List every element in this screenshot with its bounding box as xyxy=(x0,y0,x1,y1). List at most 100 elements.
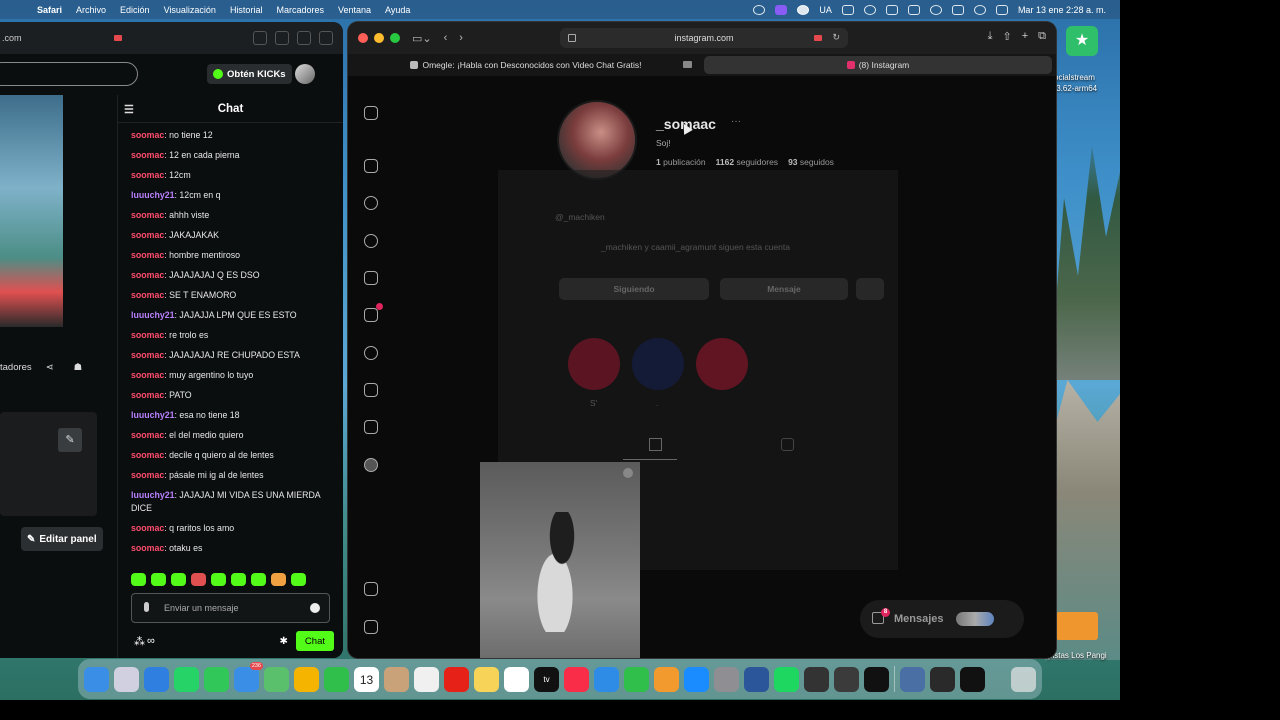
heart-icon[interactable] xyxy=(364,346,378,360)
highlight-1[interactable] xyxy=(568,338,620,390)
chat-username[interactable]: soomac xyxy=(131,270,164,280)
menu-marcadores[interactable]: Marcadores xyxy=(269,5,331,15)
emote-icon[interactable] xyxy=(291,573,306,586)
folder-icon[interactable] xyxy=(1056,612,1098,640)
menu-visualizacion[interactable]: Visualización xyxy=(157,5,223,15)
threads-icon[interactable] xyxy=(364,620,378,634)
messages-float-button[interactable]: 8 Mensajes xyxy=(860,600,1024,638)
menu-edicion[interactable]: Edición xyxy=(113,5,157,15)
tagged-icon[interactable] xyxy=(781,438,794,451)
dock-tiktok-icon[interactable] xyxy=(960,666,985,692)
more-options-icon[interactable]: ··· xyxy=(731,116,741,127)
dock-maps-icon[interactable] xyxy=(264,666,289,692)
bluetooth-icon[interactable] xyxy=(797,4,810,15)
input-source[interactable]: UA xyxy=(819,5,832,15)
dock-launchpad-icon[interactable] xyxy=(114,666,139,692)
dock-system-settings-icon[interactable] xyxy=(714,666,739,692)
profile-picture[interactable] xyxy=(557,100,637,180)
kick-url[interactable]: .com xyxy=(0,33,22,43)
profile-avatar-icon[interactable] xyxy=(364,458,378,472)
wifi-icon[interactable] xyxy=(951,4,964,15)
tab-overview-icon[interactable]: ⧉ xyxy=(1038,30,1046,43)
new-tab-icon[interactable]: + xyxy=(1022,30,1028,43)
dock-numbers-icon[interactable] xyxy=(624,666,649,692)
search-icon[interactable] xyxy=(364,196,378,210)
microphone-icon[interactable] xyxy=(144,602,149,612)
chat-username[interactable]: soomac xyxy=(131,150,164,160)
chat-username[interactable]: soomac xyxy=(131,450,164,460)
emoji-icon[interactable] xyxy=(310,603,320,613)
spotlight-icon[interactable] xyxy=(973,4,986,15)
edit-panel-button[interactable]: ✎ Editar panel xyxy=(21,527,103,551)
chat-username[interactable]: soomac xyxy=(131,543,164,553)
chat-username[interactable]: soomac xyxy=(131,370,164,380)
menu-historial[interactable]: Historial xyxy=(223,5,270,15)
share-icon[interactable]: ⋖ xyxy=(46,362,54,373)
chat-username[interactable]: soomac xyxy=(131,130,164,140)
chat-username[interactable]: luuuchy21 xyxy=(131,310,175,320)
emote-icon[interactable] xyxy=(251,573,266,586)
pencil-icon[interactable]: ✎ xyxy=(58,428,82,452)
emote-icon[interactable] xyxy=(171,573,186,586)
highlight-3[interactable] xyxy=(696,338,748,390)
download-icon[interactable]: ⤓ xyxy=(988,30,993,43)
dock-mail-icon[interactable]: 236 xyxy=(234,661,263,692)
chat-username[interactable]: soomac xyxy=(131,230,164,240)
control-center-icon[interactable] xyxy=(995,4,1008,15)
dock-calendar-icon[interactable]: 13 xyxy=(354,666,379,692)
dock-apple-tv-icon[interactable]: tv xyxy=(534,666,559,692)
emote-icon[interactable] xyxy=(231,573,246,586)
share-icon[interactable]: ⇧ xyxy=(1002,30,1011,43)
dock-freeform-icon[interactable] xyxy=(504,666,529,692)
dock-safari-icon[interactable] xyxy=(144,666,169,692)
gear-icon[interactable]: ✱ xyxy=(280,636,288,647)
followers-stat[interactable]: 1162 seguidores xyxy=(716,157,778,167)
menu-app-name[interactable]: Safari xyxy=(30,5,69,15)
dock-cap-icon[interactable] xyxy=(804,666,829,692)
message-button[interactable]: Mensaje xyxy=(720,278,848,300)
address-bar[interactable]: instagram.com ↻ xyxy=(560,28,848,48)
home-icon[interactable] xyxy=(364,159,378,173)
chat-send-button[interactable]: Chat xyxy=(295,631,334,651)
share-icon[interactable] xyxy=(275,31,289,45)
dock-photos-icon[interactable] xyxy=(294,666,319,692)
chat-username[interactable]: luuuchy21 xyxy=(131,490,175,500)
posts-grid-icon[interactable] xyxy=(649,438,662,451)
chat-username[interactable]: soomac xyxy=(131,330,164,340)
dock-keynote-icon[interactable] xyxy=(594,666,619,692)
volume-icon[interactable] xyxy=(885,4,898,15)
stats-icon[interactable] xyxy=(929,4,942,15)
dock-messages-icon[interactable] xyxy=(204,666,229,692)
pip-video[interactable] xyxy=(480,462,640,658)
emote-icon[interactable] xyxy=(271,573,286,586)
following-button[interactable]: Siguiendo xyxy=(559,278,709,300)
explore-icon[interactable] xyxy=(364,234,378,248)
highlight-2[interactable] xyxy=(632,338,684,390)
dock-finder-icon[interactable] xyxy=(84,666,109,692)
chat-username[interactable]: soomac xyxy=(131,290,164,300)
following-stat[interactable]: 93 seguidos xyxy=(788,157,834,167)
kick-badge-icon[interactable]: ⁂ xyxy=(134,635,145,648)
dock-facetime-icon[interactable] xyxy=(324,666,349,692)
sidebar-toggle-icon[interactable]: ▭⌄ xyxy=(412,32,432,45)
user-avatar[interactable] xyxy=(295,64,315,84)
dock-contacts-icon[interactable] xyxy=(384,666,409,692)
chat-username[interactable]: soomac xyxy=(131,250,164,260)
chat-username[interactable]: soomac xyxy=(131,430,164,440)
collapse-chat-icon[interactable]: ☰ xyxy=(124,103,134,116)
dashboard-icon[interactable] xyxy=(364,420,378,434)
play-icon[interactable] xyxy=(863,4,876,15)
kick-search-input[interactable] xyxy=(0,62,138,86)
dock-pages-icon[interactable] xyxy=(654,666,679,692)
emote-icon[interactable] xyxy=(211,573,226,586)
reload-icon[interactable]: ↻ xyxy=(832,32,840,43)
posts-stat[interactable]: 1 publicación xyxy=(656,157,706,167)
reels-icon[interactable] xyxy=(364,271,378,285)
add-user-icon[interactable]: ☗ xyxy=(74,362,83,373)
dock-notes-icon[interactable] xyxy=(474,666,499,692)
dock-chrome-like-icon[interactable] xyxy=(930,666,955,692)
dock-whatsapp-icon[interactable] xyxy=(174,666,199,692)
dock-word-icon[interactable] xyxy=(744,666,769,692)
dock-trash-icon[interactable] xyxy=(1011,666,1036,692)
zoom-window-button[interactable] xyxy=(390,33,400,43)
